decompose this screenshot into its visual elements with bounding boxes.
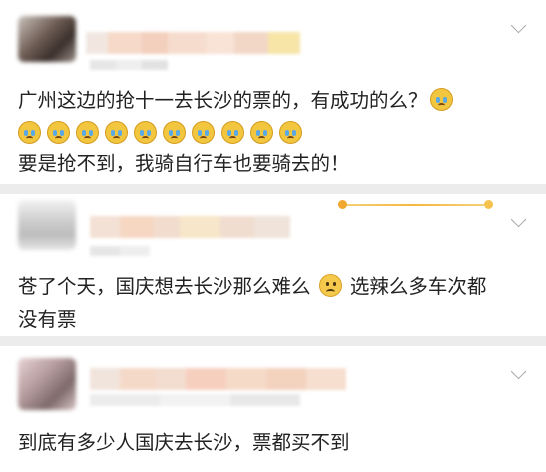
crying-emoji-icon <box>47 120 70 144</box>
crying-emoji-icon <box>76 120 99 144</box>
crying-emoji-icon <box>18 120 41 144</box>
crying-emoji-icon <box>221 120 244 144</box>
comment-header <box>0 0 546 70</box>
avatar[interactable] <box>18 16 76 62</box>
blurred-username[interactable] <box>90 368 346 390</box>
chevron-down-icon[interactable] <box>510 363 527 380</box>
comment-header <box>0 346 546 416</box>
comment-text: 广州这边的抢十一去长沙的票的，有成功的么？ <box>0 84 546 117</box>
avatar[interactable] <box>18 358 76 410</box>
comment-header <box>0 194 546 264</box>
crying-emoji-icon <box>279 120 302 144</box>
comment-text-line: 到底有多少人国庆去长沙，票都买不到 <box>18 431 350 454</box>
comment-text: 苍了个天，国庆想去长沙那么难么 选辣么多车次都 <box>0 270 546 303</box>
comment-text-line: 要是抢不到，我骑自行车也要骑去的！ <box>18 152 350 175</box>
crying-emoji-icon <box>105 120 128 144</box>
chevron-down-icon[interactable] <box>510 211 527 228</box>
comment-text-line: 广州这边的抢十一去长沙的票的，有成功的么？ <box>18 89 428 112</box>
separator <box>0 184 546 194</box>
comment-text-line: 没有票 <box>18 308 77 331</box>
comment-feed: 广州这边的抢十一去长沙的票的，有成功的么？ 要是抢不到，我骑自行车也要骑去的！ <box>0 0 546 472</box>
comment-card[interactable]: 苍了个天，国庆想去长沙那么难么 选辣么多车次都 没有票 <box>0 194 546 336</box>
crying-emoji-icon <box>429 88 453 111</box>
crying-emoji-icon <box>163 120 186 144</box>
blurred-timestamp <box>90 60 168 70</box>
chevron-down-icon[interactable] <box>510 17 527 34</box>
crying-emoji-icon <box>250 120 273 144</box>
crying-emoji-icon <box>134 120 157 144</box>
blurred-username[interactable] <box>86 32 300 54</box>
blurred-timestamp <box>90 246 150 256</box>
blurred-username[interactable] <box>90 216 290 238</box>
comment-card[interactable]: 到底有多少人国庆去长沙，票都买不到 <box>0 346 546 472</box>
sad-emoji-icon <box>318 274 342 297</box>
avatar[interactable] <box>18 200 76 250</box>
blurred-timestamp <box>90 394 300 406</box>
comment-text-line: 苍了个天，国庆想去长沙那么难么 <box>18 275 311 298</box>
comment-text-line: 选辣么多车次都 <box>349 275 487 298</box>
separator <box>0 336 546 346</box>
emoji-row <box>0 117 546 147</box>
comment-card[interactable]: 广州这边的抢十一去长沙的票的，有成功的么？ 要是抢不到，我骑自行车也要骑去的！ <box>0 0 546 184</box>
crying-emoji-icon <box>192 120 215 144</box>
